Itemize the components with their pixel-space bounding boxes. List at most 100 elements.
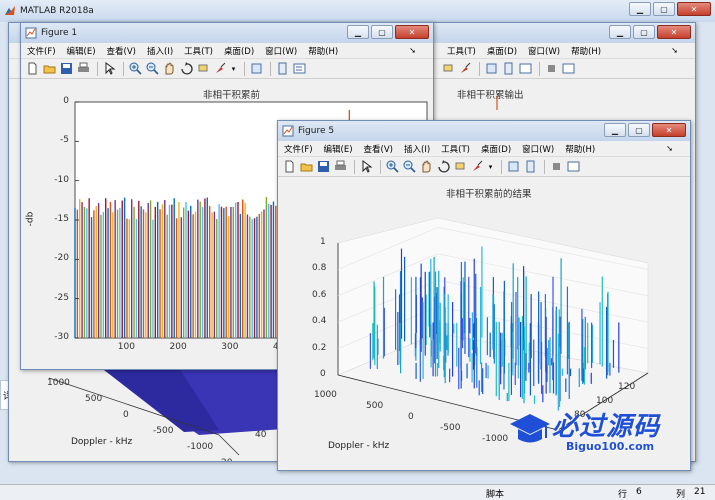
data-cursor-icon[interactable]	[441, 62, 455, 76]
status-row-label: 行	[618, 490, 628, 500]
menu-desktop[interactable]: 桌面(D)	[487, 45, 517, 57]
x-tick-label: 300	[221, 342, 239, 352]
pointer-icon[interactable]	[359, 160, 373, 174]
x-tick-label: 100	[117, 342, 135, 352]
hide-tools-icon[interactable]	[544, 62, 558, 76]
menu-help[interactable]: 帮助(H)	[565, 143, 595, 155]
matlab-titlebar: MATLAB R2018a ▁ ▢ ✕	[0, 0, 715, 22]
menu-tools[interactable]: 工具(T)	[447, 45, 476, 57]
menu-edit[interactable]: 编辑(E)	[67, 45, 96, 57]
link-plot-icon[interactable]	[249, 62, 263, 76]
save-icon[interactable]	[59, 62, 73, 76]
figure5-toolbar: ▾	[278, 157, 690, 177]
maximize-button[interactable]: ▢	[653, 2, 675, 16]
maximize-button[interactable]: ▢	[628, 123, 650, 137]
figure5-title: Figure 5	[298, 126, 335, 136]
data-cursor-icon[interactable]	[196, 62, 210, 76]
menu-insert[interactable]: 插入(I)	[404, 143, 430, 155]
matlab-logo-icon	[5, 6, 15, 15]
minimize-button[interactable]: ▁	[604, 123, 626, 137]
menu-view[interactable]: 查看(V)	[107, 45, 136, 57]
zoom-out-icon[interactable]	[402, 160, 416, 174]
z-tick-label: 0.4	[312, 316, 327, 327]
menu-window[interactable]: 窗口(W)	[528, 45, 560, 57]
zoom-in-icon[interactable]	[128, 62, 142, 76]
menu-file[interactable]: 文件(F)	[284, 143, 313, 155]
new-figure-icon[interactable]	[25, 62, 39, 76]
bg-ztick: 20	[221, 458, 232, 461]
maximize-button[interactable]: ▢	[371, 25, 393, 39]
close-button[interactable]: ✕	[395, 25, 429, 39]
colorbar-icon[interactable]	[523, 160, 537, 174]
maximize-button[interactable]: ▢	[633, 25, 655, 39]
print-icon[interactable]	[333, 160, 347, 174]
show-tools-icon[interactable]	[566, 160, 580, 174]
bg-ztick: 40	[255, 430, 267, 440]
hide-tools-icon[interactable]	[549, 160, 563, 174]
new-figure-icon[interactable]	[282, 160, 296, 174]
menu-edit[interactable]: 编辑(E)	[324, 143, 353, 155]
status-col-value: 21	[694, 487, 706, 497]
menu-tools[interactable]: 工具(T)	[441, 143, 470, 155]
menu-window[interactable]: 窗口(W)	[265, 45, 297, 57]
minimize-button[interactable]: ▁	[609, 25, 631, 39]
pointer-icon[interactable]	[102, 62, 116, 76]
data-cursor-icon[interactable]	[453, 160, 467, 174]
legend-icon[interactable]	[518, 62, 532, 76]
open-file-icon[interactable]	[299, 160, 313, 174]
menu-window[interactable]: 窗口(W)	[522, 143, 554, 155]
colorbar-icon[interactable]	[501, 62, 515, 76]
watermark: 必过源码 Biguo100.com	[508, 406, 698, 460]
status-script: 脚本	[486, 490, 505, 500]
dock-arrow-icon[interactable]: ➘	[666, 144, 673, 153]
dock-arrow-icon[interactable]: ➘	[409, 46, 416, 55]
rotate-3d-icon[interactable]	[436, 160, 450, 174]
menu-desktop[interactable]: 桌面(D)	[481, 143, 511, 155]
link-plot-icon[interactable]	[506, 160, 520, 174]
show-tools-icon[interactable]	[561, 62, 575, 76]
minimize-button[interactable]: ▁	[629, 2, 651, 16]
menu-insert[interactable]: 插入(I)	[147, 45, 173, 57]
menu-help[interactable]: 帮助(H)	[571, 45, 601, 57]
menu-help[interactable]: 帮助(H)	[308, 45, 338, 57]
figure1-menubar: 文件(F) 编辑(E) 查看(V) 插入(I) 工具(T) 桌面(D) 窗口(W…	[21, 43, 433, 59]
brush-icon[interactable]	[470, 160, 484, 174]
figure5-controls: ▁ ▢ ✕	[604, 123, 686, 137]
close-button[interactable]: ✕	[652, 123, 686, 137]
pan-hand-icon[interactable]	[419, 160, 433, 174]
brush-icon[interactable]	[458, 62, 472, 76]
y-tick-label: 0	[63, 96, 69, 106]
menu-tools[interactable]: 工具(T)	[184, 45, 213, 57]
bg-ytick: -500	[153, 426, 174, 436]
menu-file[interactable]: 文件(F)	[27, 45, 56, 57]
z-tick-label: 1	[320, 237, 326, 247]
pan-hand-icon[interactable]	[162, 62, 176, 76]
open-file-icon[interactable]	[42, 62, 56, 76]
rotate-3d-icon[interactable]	[179, 62, 193, 76]
y-tick-label: -20	[54, 253, 69, 264]
status-col-label: 列	[676, 490, 686, 500]
minimize-button[interactable]: ▁	[347, 25, 369, 39]
z-tick-label: 0.2	[312, 342, 327, 353]
zoom-in-icon[interactable]	[385, 160, 399, 174]
zoom-out-icon[interactable]	[145, 62, 159, 76]
colorbar-icon[interactable]	[275, 62, 289, 76]
watermark-text: 必过源码	[552, 412, 661, 442]
figure-icon	[25, 27, 37, 39]
x-tick-label: 0	[408, 412, 414, 422]
dock-arrow-icon[interactable]: ➘	[671, 46, 678, 55]
figure5-titlebar: Figure 5 ▁ ▢ ✕	[278, 121, 690, 141]
close-button[interactable]: ✕	[657, 25, 691, 39]
menu-desktop[interactable]: 桌面(D)	[224, 45, 254, 57]
close-button[interactable]: ✕	[677, 2, 711, 16]
print-icon[interactable]	[76, 62, 90, 76]
dropdown-arrow-icon[interactable]: ▾	[230, 62, 237, 76]
save-icon[interactable]	[316, 160, 330, 174]
legend-icon[interactable]	[292, 62, 306, 76]
menu-view[interactable]: 查看(V)	[364, 143, 393, 155]
link-plot-icon[interactable]	[484, 62, 498, 76]
x-tick-label: 500	[366, 401, 384, 411]
figure-bg-controls: ▁ ▢ ✕	[609, 25, 691, 39]
brush-icon[interactable]	[213, 62, 227, 76]
dropdown-arrow-icon[interactable]: ▾	[487, 160, 494, 174]
